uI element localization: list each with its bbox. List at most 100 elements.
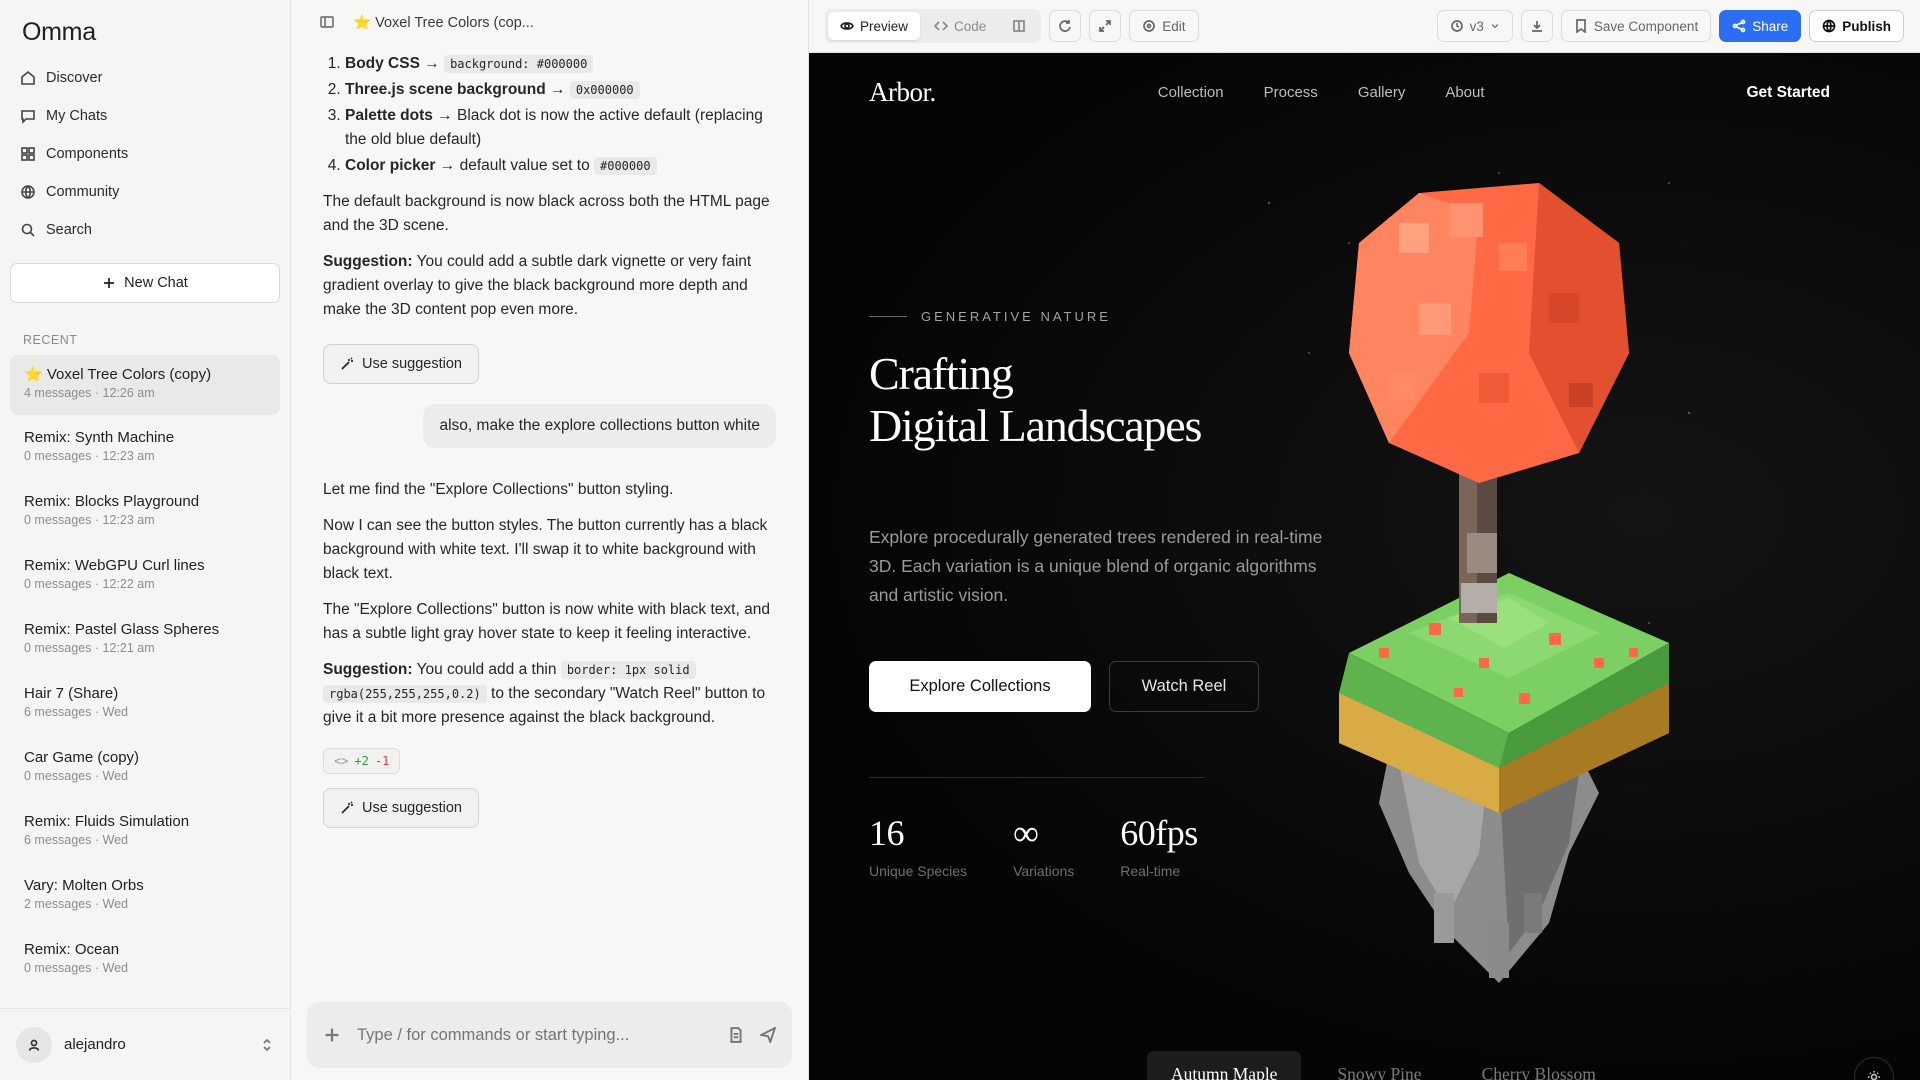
variant-cherry-blossom[interactable]: Cherry Blossom <box>1458 1051 1620 1080</box>
stat-item: 60fps Real-time <box>1120 813 1198 879</box>
tree-canopy <box>1349 183 1629 483</box>
version-selector[interactable]: v3 <box>1436 10 1513 42</box>
hero-title-line: Crafting <box>869 348 1014 399</box>
chat-title: Car Game (copy) <box>24 749 140 766</box>
chat-history-list: ⭐ Voxel Tree Colors (copy) 4 messages · 1… <box>0 355 290 1008</box>
chat-panel: ⭐ Voxel Tree Colors (cop... Body CSS → b… <box>291 0 809 1080</box>
site-menu-item[interactable]: About <box>1445 84 1484 101</box>
split-view-icon <box>1013 20 1026 32</box>
expand-icon <box>1099 20 1112 32</box>
assistant-suggestion: Suggestion: You could add a subtle dark … <box>323 250 776 322</box>
explore-collections-button[interactable]: Explore Collections <box>869 661 1091 712</box>
chat-history-item[interactable]: ⭐ Voxel Tree Colors (copy) 4 messages · 1… <box>10 355 280 415</box>
chat-history-item[interactable]: Remix: Synth Machine 0 messages · 12:23 a… <box>10 419 280 479</box>
assistant-text: The "Explore Collections" button is now … <box>323 601 770 642</box>
chat-history-item[interactable]: Remix: Blocks Playground 0 messages · 12:… <box>10 483 280 543</box>
split-view-tab[interactable] <box>1000 12 1038 40</box>
chat-header: ⭐ Voxel Tree Colors (cop... <box>291 0 808 44</box>
main-nav: Discover My Chats Components Community S… <box>0 59 290 249</box>
preview-toolbar: Preview Code Edit v3 Save Component Shar… <box>809 0 1920 53</box>
chat-history-item[interactable]: Remix: Pastel Glass Spheres 0 messages · … <box>10 611 280 671</box>
site-menu: Collection Process Gallery About <box>1158 84 1485 101</box>
step-arrow: → <box>419 55 445 72</box>
download-icon <box>1531 21 1542 32</box>
use-suggestion-label: Use suggestion <box>362 800 462 816</box>
chevron-down-icon <box>1491 24 1499 29</box>
chat-header-title: ⭐ Voxel Tree Colors (cop... <box>353 14 534 31</box>
edit-label: Edit <box>1162 18 1186 34</box>
lines-removed: -1 <box>374 754 390 768</box>
history-icon <box>1450 20 1463 32</box>
eye-icon <box>840 22 854 30</box>
chat-history-item[interactable]: Remix: WebGPU Curl lines 0 messages · 12:… <box>10 547 280 607</box>
site-menu-item[interactable]: Gallery <box>1358 84 1406 101</box>
stat-value: ∞ <box>1013 813 1039 853</box>
nav-search[interactable]: Search <box>10 211 280 249</box>
nav-my-chats[interactable]: My Chats <box>10 97 280 135</box>
user-icon <box>28 1039 40 1051</box>
share-icon <box>1732 19 1746 33</box>
stat-value: 16 <box>869 813 905 853</box>
diff-summary-chip[interactable]: <> +2 -1 <box>323 748 401 774</box>
recent-heading: RECENT <box>23 333 78 347</box>
eyebrow-text: GENERATIVE NATURE <box>921 309 1111 324</box>
share-button[interactable]: Share <box>1719 10 1802 42</box>
assistant-text: Let me find the "Explore Collections" bu… <box>323 481 674 498</box>
edit-button[interactable]: Edit <box>1129 10 1199 42</box>
preview-tab[interactable]: Preview <box>828 12 921 40</box>
site-menu-item[interactable]: Process <box>1264 84 1318 101</box>
theme-toggle-button[interactable] <box>1854 1057 1894 1080</box>
chat-history-item[interactable]: Vary: Molten Orbs 2 messages · Wed <box>10 867 280 927</box>
refresh-button[interactable] <box>1049 10 1082 42</box>
chat-history-item[interactable]: Car Game (copy) 0 messages · Wed <box>10 739 280 799</box>
user-message-bubble: also, make the explore collections butto… <box>423 404 776 448</box>
step-title: Body CSS <box>345 55 420 72</box>
save-component-button[interactable]: Save Component <box>1560 10 1712 42</box>
site-menu-item[interactable]: Collection <box>1158 84 1224 101</box>
brand-logo[interactable]: Omma <box>0 0 290 59</box>
use-suggestion-button[interactable]: Use suggestion <box>323 788 479 828</box>
site-logo[interactable]: Arbor. <box>869 77 936 108</box>
hero-title: Crafting Digital Landscapes <box>869 348 1202 452</box>
chat-meta: 0 messages · Wed <box>24 961 128 975</box>
code-brackets-icon: <> <box>334 754 349 768</box>
nav-components[interactable]: Components <box>10 135 280 173</box>
document-icon[interactable] <box>728 1027 744 1043</box>
chat-history-item[interactable]: Remix: Fluids Simulation 6 messages · Wed <box>10 803 280 863</box>
code-snippet: background: #000000 <box>444 55 594 73</box>
sidebar-toggle-icon[interactable] <box>319 14 335 30</box>
magic-wand-icon <box>341 357 353 370</box>
code-tab[interactable]: Code <box>922 12 998 40</box>
save-component-label: Save Component <box>1593 18 1699 34</box>
nav-label: Search <box>46 222 92 238</box>
chat-title: Remix: Synth Machine <box>24 429 175 446</box>
chat-title: Hair 7 (Share) <box>24 685 119 702</box>
variant-autumn-maple[interactable]: Autumn Maple <box>1147 1051 1302 1080</box>
plus-icon[interactable] <box>323 1026 341 1044</box>
use-suggestion-button[interactable]: Use suggestion <box>323 344 479 384</box>
send-icon[interactable] <box>760 1027 776 1043</box>
assistant-text: The default background is now black acro… <box>323 193 770 234</box>
user-menu[interactable]: alejandro <box>0 1008 290 1080</box>
suggestion-text: You could add a thin <box>412 661 561 678</box>
chat-title: Remix: WebGPU Curl lines <box>24 557 205 574</box>
refresh-icon <box>1059 20 1072 32</box>
chat-history-item[interactable]: Hair 7 (Share) 6 messages · Wed <box>10 675 280 735</box>
target-icon <box>1143 20 1156 32</box>
get-started-link[interactable]: Get Started <box>1746 84 1830 102</box>
nav-discover[interactable]: Discover <box>10 59 280 97</box>
nav-community[interactable]: Community <box>10 173 280 211</box>
chat-title: Remix: Ocean <box>24 941 120 958</box>
publish-button[interactable]: Publish <box>1809 10 1904 42</box>
variant-snowy-pine[interactable]: Snowy Pine <box>1313 1051 1445 1080</box>
chat-meta: 6 messages · Wed <box>24 705 128 719</box>
chat-history-item[interactable]: Remix: Ocean 0 messages · Wed <box>10 931 280 991</box>
fullscreen-button[interactable] <box>1089 10 1122 42</box>
new-chat-button[interactable]: New Chat <box>10 263 280 303</box>
message-input[interactable] <box>357 1025 712 1045</box>
stat-label: Unique Species <box>869 863 968 879</box>
watch-reel-button[interactable]: Watch Reel <box>1109 661 1259 712</box>
publish-label: Publish <box>1842 18 1891 34</box>
download-button[interactable] <box>1520 10 1553 42</box>
list-item: Palette dots → Black dot is now the acti… <box>345 104 776 152</box>
